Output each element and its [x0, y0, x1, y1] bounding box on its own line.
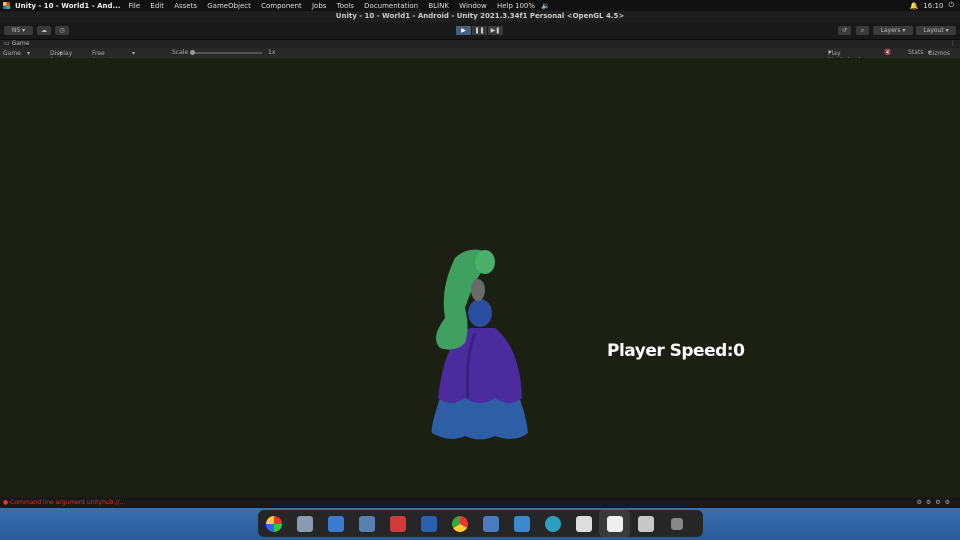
tab-game-label: Game — [11, 40, 30, 47]
player-speed-label: Player Speed:0 — [607, 341, 745, 361]
dock-text-editor[interactable] — [320, 510, 351, 537]
app-name[interactable]: Unity - 10 - World1 - And... — [15, 2, 120, 10]
menu-bar: File Edit Assets GameObject Component Jo… — [120, 2, 513, 10]
scale-label: Scale — [172, 49, 189, 56]
console-status-bar[interactable]: ● Command line argument unityhub://... ⚙… — [0, 497, 960, 508]
menu-component[interactable]: Component — [261, 2, 302, 10]
tab-game[interactable]: ▭ Game — [4, 40, 29, 48]
scale-slider-track[interactable] — [192, 52, 262, 54]
window-title: Unity - 10 - World1 - Android - Unity 20… — [0, 11, 960, 22]
mode-label: Game — [3, 50, 21, 57]
layout-label: Layout — [923, 27, 944, 34]
game-viewport[interactable]: Player Speed:0 — [0, 58, 960, 497]
store-icon — [358, 515, 375, 532]
layout-dropdown[interactable]: Layout ▾ — [916, 26, 956, 35]
menu-help[interactable]: Help — [497, 2, 513, 10]
account-button[interactable]: NS ▾ — [4, 26, 33, 35]
play-controls: ▶ ❚❚ ▶❚ — [456, 26, 503, 35]
mute-audio-icon[interactable]: 🔇 — [884, 49, 891, 56]
dock-monitor[interactable] — [413, 510, 444, 537]
dock-software[interactable] — [351, 510, 382, 537]
play-mode-dropdown[interactable]: Play Maximized ▾ — [828, 49, 860, 64]
dock-viewer[interactable] — [630, 510, 661, 537]
cloud-button[interactable]: ☁ — [37, 26, 51, 35]
trash-icon — [670, 517, 683, 530]
cloud-icon: ☁ — [41, 27, 47, 34]
menu-tools[interactable]: Tools — [337, 2, 354, 10]
t-icon — [513, 515, 530, 532]
menu-window[interactable]: Window — [459, 2, 487, 10]
document-icon — [327, 515, 344, 532]
dock-vscode[interactable] — [475, 510, 506, 537]
undo-history-icon: ↺ — [841, 27, 848, 34]
menu-jobs[interactable]: Jobs — [312, 2, 326, 10]
dock-chrome[interactable] — [444, 510, 475, 537]
main-toolbar: NS ▾ ☁ ◷ ▶ ❚❚ ▶❚ ↺ ⌕ Layers ▾ Layout ▾ — [0, 22, 960, 40]
unity-hub-icon — [575, 515, 592, 532]
search-icon: ⌕ — [860, 27, 865, 34]
image-viewer-icon — [637, 515, 654, 532]
unity-icon — [606, 515, 623, 532]
dock-files[interactable] — [289, 510, 320, 537]
monitor-icon — [420, 515, 437, 532]
status-message: Command line argument unityhub://... — [10, 499, 126, 506]
tab-menu-icon[interactable]: ⋮ — [950, 40, 956, 48]
search-button[interactable]: ⌕ — [856, 26, 869, 35]
volume-icon[interactable]: 🔉 — [541, 2, 550, 10]
gamepad-icon: ▭ — [4, 40, 10, 47]
dock-unity[interactable] — [599, 510, 630, 537]
play-button[interactable]: ▶ — [456, 26, 471, 35]
step-button[interactable]: ▶❚ — [488, 26, 503, 35]
account-label: NS — [11, 27, 21, 34]
power-icon[interactable]: ⏻ — [948, 1, 954, 10]
unity-logo-icon — [3, 2, 10, 9]
stats-toggle[interactable]: Stats — [908, 49, 923, 56]
history-icon: ◷ — [59, 27, 65, 34]
shield-icon — [389, 515, 406, 532]
pause-button[interactable]: ❚❚ — [472, 26, 487, 35]
layers-dropdown[interactable]: Layers ▾ — [873, 26, 913, 35]
battery-label: 100% — [514, 1, 535, 10]
gizmos-dropdown[interactable]: Gizmos ▾ — [928, 49, 950, 57]
game-tab-bar: ▭ Game ⋮ — [0, 40, 960, 48]
player-character — [431, 249, 528, 440]
game-view-toolbar: Game▾ Display 1▾ Free Aspect▾ Scale 1x P… — [0, 48, 960, 64]
services-button[interactable]: ◷ — [55, 26, 69, 35]
menu-edit[interactable]: Edit — [150, 2, 164, 10]
gizmos-label: Gizmos — [928, 50, 951, 57]
scale-value: 1x — [268, 49, 276, 56]
dock-app-red[interactable] — [382, 510, 413, 537]
folder-icon — [296, 515, 313, 532]
clock[interactable]: 16:10 — [923, 2, 943, 10]
launcher-icon — [265, 515, 282, 532]
menu-gameobject[interactable]: GameObject — [207, 2, 251, 10]
system-menu-bar: Unity - 10 - World1 - And... File Edit A… — [0, 0, 960, 11]
menu-blink[interactable]: BLINK — [428, 2, 449, 10]
menu-documentation[interactable]: Documentation — [364, 2, 418, 10]
status-icons: ⚙⚙⚙⚙ — [916, 499, 954, 506]
layers-label: Layers — [880, 27, 901, 34]
error-icon: ● — [3, 499, 9, 506]
dock-edge[interactable] — [537, 510, 568, 537]
dock-trash[interactable] — [661, 510, 692, 537]
chrome-icon — [451, 515, 468, 532]
edge-icon — [544, 515, 561, 532]
dock-app-launcher[interactable] — [258, 510, 289, 537]
menu-assets[interactable]: Assets — [174, 2, 197, 10]
code-icon — [482, 515, 499, 532]
bell-icon[interactable]: 🔔 — [910, 2, 919, 10]
history-button[interactable]: ↺ — [838, 26, 851, 35]
dock-t-app[interactable] — [506, 510, 537, 537]
dock-unity-hub[interactable] — [568, 510, 599, 537]
taskbar-dock — [258, 510, 703, 537]
menu-file[interactable]: File — [128, 2, 140, 10]
scale-slider-handle[interactable] — [190, 50, 195, 55]
